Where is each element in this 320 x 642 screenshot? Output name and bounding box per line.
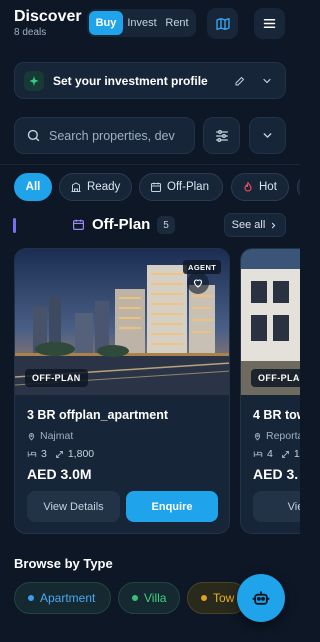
search-icon [27, 129, 40, 142]
section-accent-bar [13, 218, 16, 233]
search-box [14, 117, 195, 154]
section-title: Off-Plan [92, 216, 151, 233]
chip-all[interactable]: All [14, 173, 52, 201]
property-price: AED 3. [253, 466, 299, 482]
segment-buy[interactable]: Buy [89, 11, 123, 35]
page-title: Discover [14, 8, 82, 25]
location-label: Reporta [266, 430, 300, 442]
fire-icon [242, 181, 254, 193]
chip-ready[interactable]: Ready [59, 173, 132, 201]
property-card[interactable]: OFF-PLAN AGENT 3 BR offplan_apartment Na… [14, 248, 230, 534]
robot-icon [252, 591, 270, 605]
menu-button[interactable] [254, 8, 285, 39]
property-title: 3 BR offplan_apartment [27, 408, 168, 422]
assistant-fab[interactable] [237, 574, 285, 622]
property-title: 4 BR tow [253, 408, 300, 422]
filter-button[interactable] [203, 117, 240, 154]
type-label: Tow [213, 591, 235, 605]
edit-icon[interactable] [234, 75, 246, 87]
mode-segmented-control: Buy Invest Rent [87, 9, 196, 37]
segment-rent[interactable]: Rent [161, 11, 193, 35]
type-chip-apartment[interactable]: Apartment [14, 582, 111, 614]
search-options-button[interactable] [249, 117, 286, 154]
heart-icon [193, 279, 203, 288]
building-icon [70, 181, 82, 193]
area-value: 1 [293, 448, 300, 460]
property-price: AED 3.0M [27, 466, 92, 482]
beds-value: 3 [41, 448, 47, 460]
chip-label: Ready [87, 181, 121, 193]
type-dot [201, 595, 207, 601]
type-dot [28, 595, 34, 601]
property-card[interactable]: OFF-PLA 4 BR tow Reporta 4 1 AED 3. View [240, 248, 300, 534]
chevron-down-icon [263, 133, 272, 138]
chip-more[interactable] [297, 173, 300, 201]
segment-invest[interactable]: Invest [123, 11, 161, 35]
calendar-icon [150, 181, 162, 193]
chip-hot[interactable]: Hot [231, 173, 289, 201]
chip-label: Off-Plan [167, 181, 209, 193]
offplan-badge: OFF-PLA [251, 369, 300, 387]
map-icon [215, 17, 230, 30]
discover-screen: Discover 8 deals Buy Invest Rent Set you… [0, 0, 300, 642]
chevron-down-icon[interactable] [261, 75, 273, 87]
area-expand-icon [281, 450, 289, 458]
next-section-peek [14, 634, 286, 642]
property-specs: 3 1,800 [27, 448, 94, 460]
bed-icon [253, 451, 263, 457]
search-input[interactable] [49, 118, 191, 153]
type-dot [132, 595, 138, 601]
bed-icon [27, 451, 37, 457]
type-label: Apartment [40, 591, 96, 605]
menu-icon [263, 19, 276, 28]
see-all-button[interactable]: See all [224, 213, 286, 237]
beds-value: 4 [267, 448, 273, 460]
sparkle-icon [24, 71, 44, 91]
chip-off-plan[interactable]: Off-Plan [139, 173, 223, 201]
view-details-button[interactable]: View [253, 491, 300, 522]
location-pin-icon [28, 432, 35, 441]
filter-chips: All Ready Off-Plan Hot [14, 173, 300, 201]
map-button[interactable] [207, 8, 238, 39]
type-label: Villa [144, 591, 167, 605]
section-count-badge: 5 [157, 216, 175, 234]
investment-profile-bar[interactable]: Set your investment profile [14, 62, 286, 99]
property-location: Reporta [253, 430, 300, 442]
offplan-badge: OFF-PLAN [25, 369, 88, 387]
area-expand-icon [55, 450, 63, 458]
location-pin-icon [254, 432, 261, 441]
see-all-label: See all [231, 219, 266, 231]
property-location: Najmat [27, 430, 73, 442]
divider [0, 164, 300, 165]
area-value: 1,800 [67, 448, 95, 460]
type-chip-villa[interactable]: Villa [118, 582, 180, 614]
enquire-button[interactable]: Enquire [126, 491, 218, 522]
header: Discover 8 deals Buy Invest Rent [0, 0, 300, 48]
filter-sliders-icon [215, 129, 228, 142]
browse-by-type-heading: Browse by Type [14, 556, 113, 571]
chevron-right-icon [272, 222, 276, 228]
view-details-button[interactable]: View Details [27, 491, 120, 522]
deals-count: 8 deals [14, 27, 47, 38]
location-label: Najmat [40, 430, 74, 442]
property-specs: 4 1 [253, 448, 300, 460]
chip-label: All [25, 181, 41, 193]
investment-profile-label: Set your investment profile [53, 74, 208, 88]
chip-label: Hot [259, 181, 277, 193]
favorite-button[interactable] [187, 272, 209, 294]
calendar-icon [73, 219, 84, 230]
